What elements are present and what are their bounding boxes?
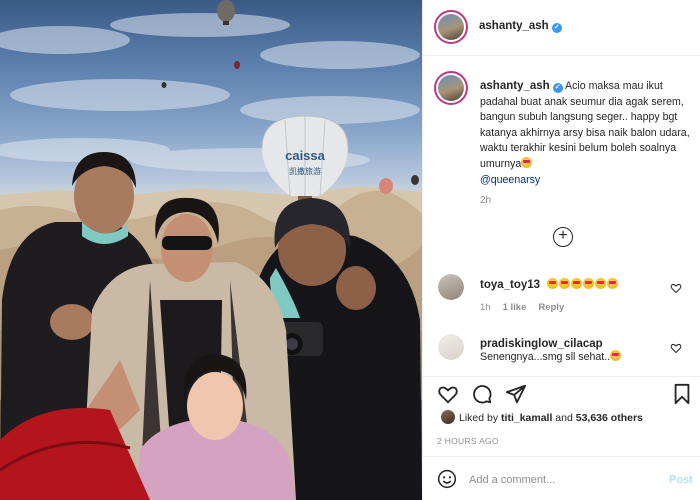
add-comment-input[interactable]: Add a comment...	[469, 474, 555, 486]
balloon-brand-text: caissa	[285, 148, 326, 163]
likes-prefix: Liked by	[459, 412, 502, 424]
caption-verified-badge-icon: ✓	[552, 83, 563, 93]
post-photo[interactable]: caissa 凯撒旅游	[0, 0, 422, 500]
comment-line: pradiskinglow_cilacap Senengnya...smg sl…	[480, 338, 680, 363]
emoji-smiley-icon[interactable]	[437, 469, 457, 489]
likes-middle: and	[552, 412, 576, 424]
like-heart-icon[interactable]	[437, 383, 459, 405]
likes-summary: Liked by titi_kamall and 53,636 others	[441, 410, 643, 424]
verified-badge-icon: ✓	[551, 23, 562, 33]
comment-username[interactable]: toya_toy13	[480, 279, 540, 291]
caption-mention-link[interactable]: @queenarsy	[480, 174, 540, 186]
comment-item: toya_toy13 1h 1 like Reply	[423, 274, 700, 334]
comment-text: Senengnya...smg sll sehat..	[480, 351, 611, 363]
caption-emoji-icon	[521, 156, 533, 168]
share-send-icon[interactable]	[505, 383, 527, 405]
balloon-brand-subtext: 凯撒旅游	[289, 166, 321, 176]
comment-avatar[interactable]	[438, 334, 464, 360]
comment-emojis	[547, 278, 619, 291]
author-username-text[interactable]: ashanty_ash	[479, 20, 549, 32]
post-photo-illustration: caissa 凯撒旅游	[0, 0, 422, 500]
save-bookmark-icon[interactable]	[671, 383, 693, 405]
author-username[interactable]: ashanty_ash ✓	[479, 20, 562, 33]
comment-bubble-icon[interactable]	[471, 383, 493, 405]
comment-like-heart-icon[interactable]	[670, 282, 682, 294]
likes-count[interactable]: 53,636 others	[576, 412, 643, 424]
post-time-ago[interactable]: 2 HOURS AGO	[437, 436, 499, 446]
post-side-panel: ashanty_ash ✓ ashanty_ash ✓ Acio maksa mau…	[422, 0, 700, 500]
liker-username[interactable]: titi_kamall	[501, 412, 552, 424]
liker-avatar[interactable]	[441, 410, 455, 424]
comment-meta: 1h 1 like Reply	[480, 302, 576, 313]
comment-username[interactable]: pradiskinglow_cilacap	[480, 338, 603, 350]
caption-body: Acio maksa mau ikut padahal buat anak se…	[480, 80, 690, 170]
author-avatar[interactable]	[434, 10, 468, 44]
caption-text: ashanty_ash ✓ Acio maksa mau ikut padahal…	[480, 79, 693, 188]
post-comment-button[interactable]: Post	[669, 474, 693, 486]
comment-avatar[interactable]	[438, 274, 464, 300]
comment-line: toya_toy13	[480, 278, 680, 291]
post-caption: ashanty_ash ✓ Acio maksa mau ikut padahal…	[423, 56, 700, 226]
load-more-comments-button[interactable]: +	[553, 227, 573, 247]
caption-username[interactable]: ashanty_ash	[480, 80, 550, 92]
comment-reply-button[interactable]: Reply	[538, 302, 564, 313]
post-header: ashanty_ash ✓	[423, 0, 700, 56]
add-comment-bar: Add a comment... Post	[423, 456, 700, 500]
caption-timestamp[interactable]: 2h	[480, 195, 491, 206]
comment-time[interactable]: 1h	[480, 302, 491, 313]
caption-avatar[interactable]	[434, 71, 468, 105]
comment-like-heart-icon[interactable]	[670, 342, 682, 354]
comment-emoji-icon	[610, 350, 622, 361]
comment-likes[interactable]: 1 like	[503, 302, 527, 313]
